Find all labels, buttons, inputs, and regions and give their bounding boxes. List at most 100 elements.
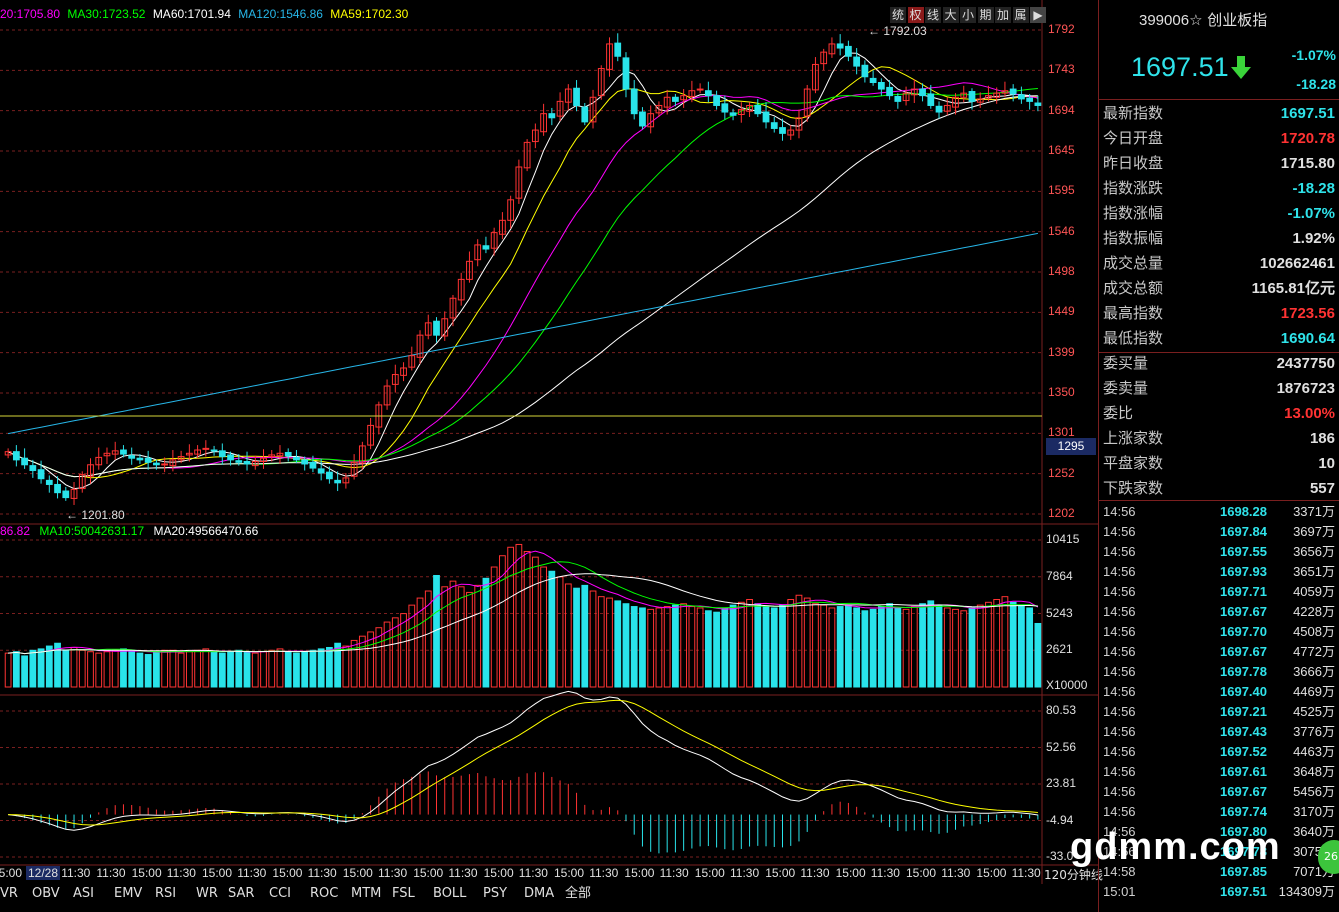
- stat-row: 委比 13.00%: [1103, 401, 1335, 426]
- indicator-tab[interactable]: RSI: [155, 884, 176, 904]
- candle: [317, 468, 325, 474]
- favorite-star-icon[interactable]: ☆: [1189, 11, 1202, 29]
- indicator-tab[interactable]: PSY: [483, 884, 507, 904]
- volume-bar: [466, 591, 473, 688]
- tick-price: 1697.67: [1220, 604, 1267, 619]
- tick-volume: 5456万: [1293, 784, 1335, 799]
- volume-bar: [737, 601, 745, 688]
- toolbar-button[interactable]: 统: [890, 7, 906, 23]
- tick-time: 14:56: [1103, 764, 1136, 779]
- indicator-tab[interactable]: EMV: [114, 884, 142, 904]
- tick-volume: 3666万: [1293, 664, 1335, 679]
- time-axis-label: 11:30: [659, 866, 689, 880]
- price-axis-label: 1792: [1048, 22, 1075, 36]
- stat-value: 1876723: [1276, 380, 1335, 397]
- volume-bar: [169, 649, 177, 688]
- ma20-label: 20:1705.80: [0, 7, 61, 21]
- indicator-tab[interactable]: DMA: [524, 884, 554, 904]
- ma30-label: MA30:1723.52: [67, 7, 146, 21]
- volume-bar: [194, 649, 201, 688]
- stat-row: 上涨家数 186: [1103, 426, 1335, 451]
- volume-bar: [853, 607, 861, 688]
- candle: [161, 463, 169, 466]
- quote-panel: 399006☆ 创业板指 1697.51 -1.07% -18.28 最新指数 1…: [1098, 0, 1339, 912]
- kline-chart-area[interactable]: [0, 0, 1098, 912]
- volume-bar: [589, 590, 597, 688]
- stat-label: 昨日收盘: [1103, 154, 1164, 172]
- indicator-tab[interactable]: BOLL: [433, 884, 466, 904]
- stat-row: 指数涨幅 -1.07%: [1103, 201, 1335, 226]
- tick-price: 1697.93: [1220, 564, 1267, 579]
- tick-volume: 3640万: [1293, 824, 1335, 839]
- indicator-tab[interactable]: OBV: [32, 884, 60, 904]
- indicator-tab[interactable]: FSL: [392, 884, 415, 904]
- macd-axis-label: 52.56: [1046, 739, 1077, 754]
- volume-bar: [630, 606, 638, 688]
- indicator-tab[interactable]: WR: [196, 884, 218, 904]
- volume-bar: [37, 648, 45, 688]
- toolbar-button[interactable]: 权: [907, 7, 924, 23]
- indicator-tab[interactable]: 全部: [565, 884, 591, 904]
- volume-axis-label: 7864: [1046, 568, 1073, 583]
- volume-bar: [293, 652, 300, 688]
- ma120-line: [8, 232, 1038, 435]
- volume-bar: [762, 606, 770, 688]
- stat-label: 指数振幅: [1103, 229, 1164, 247]
- volume-bar: [457, 586, 465, 688]
- indicator-tab[interactable]: ASI: [73, 884, 94, 904]
- toolbar-button[interactable]: 小: [960, 7, 976, 23]
- tick-price: 1697.55: [1220, 544, 1267, 559]
- toolbar-button[interactable]: 属: [1012, 7, 1029, 23]
- candle: [704, 90, 712, 97]
- stat-value: 1165.81亿元: [1251, 280, 1335, 297]
- toolbar-button[interactable]: 期: [977, 7, 994, 23]
- change-percent: -1.07%: [1291, 47, 1336, 63]
- volume-bar: [787, 598, 795, 688]
- stat-value: 1697.51: [1280, 105, 1335, 122]
- candle: [128, 455, 136, 459]
- vol-ma5-label: 86.82: [0, 524, 31, 538]
- volume-bar: [952, 608, 959, 688]
- tick-row: 14:56 1697.40 4469万: [1103, 682, 1335, 702]
- stat-label: 委买量: [1103, 354, 1149, 372]
- indicator-tab[interactable]: SAR: [228, 884, 254, 904]
- toolbar-button[interactable]: 线: [925, 7, 941, 23]
- candle: [721, 103, 729, 113]
- tick-price: 1697.84: [1220, 524, 1267, 539]
- candle: [836, 43, 844, 49]
- tick-row: 14:56 1697.52 4463万: [1103, 742, 1335, 762]
- candle: [309, 461, 317, 469]
- volume-bar: [342, 645, 350, 688]
- tick-volume: 134309万: [1278, 884, 1335, 899]
- volume-bar: [803, 597, 811, 688]
- candle: [639, 111, 646, 127]
- chart-grid: [0, 0, 1098, 884]
- toolbar-button[interactable]: 大: [942, 7, 959, 23]
- candle: [218, 450, 226, 458]
- candle: [622, 57, 630, 90]
- tick-row: 14:56 1697.84 3697万: [1103, 522, 1335, 542]
- candle: [853, 56, 861, 67]
- tick-row: 14:56 1697.93 3651万: [1103, 562, 1335, 582]
- time-axis-label: 11:30: [941, 866, 971, 880]
- volume-bar: [779, 604, 786, 688]
- indicator-tab[interactable]: VR: [0, 884, 18, 904]
- indicator-tab[interactable]: MTM: [351, 884, 381, 904]
- tick-time: 14:56: [1103, 664, 1136, 679]
- volume-bar: [861, 610, 869, 688]
- vol-ma20-label: MA20:49566470.66: [153, 524, 259, 538]
- volume-bar: [556, 576, 564, 688]
- volume-bar: [845, 604, 852, 688]
- volume-bar: [886, 603, 893, 688]
- volume-bar: [1034, 622, 1042, 688]
- toolbar-button[interactable]: 加: [995, 7, 1011, 23]
- tick-volume: 4508万: [1293, 624, 1335, 639]
- stat-label: 最低指数: [1103, 329, 1164, 347]
- stat-row: 平盘家数 10: [1103, 451, 1335, 476]
- indicator-tab[interactable]: ROC: [310, 884, 338, 904]
- time-axis-label: 11:30: [800, 866, 830, 880]
- volume-bar: [548, 570, 556, 688]
- indicator-tab[interactable]: CCI: [269, 884, 291, 904]
- toolbar-button[interactable]: ▶: [1030, 7, 1046, 23]
- candle: [919, 88, 926, 97]
